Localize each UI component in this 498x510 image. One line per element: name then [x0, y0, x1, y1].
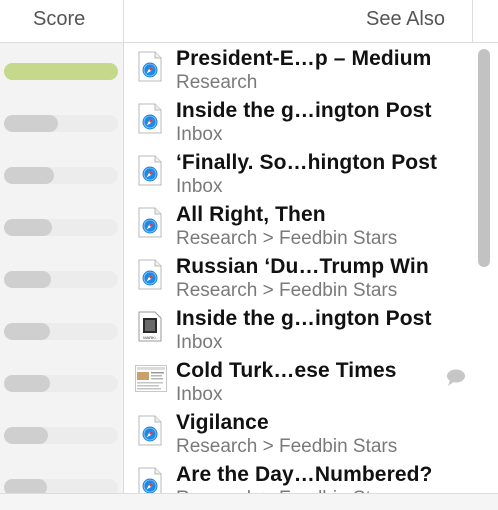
markdown-caption: MARK↓: [143, 335, 157, 340]
score-bar-fill: [4, 323, 50, 340]
safari-webloc-icon: [138, 207, 162, 238]
score-bar-fill: [4, 427, 48, 444]
score-bar: [4, 427, 118, 444]
score-bar-fill: [4, 375, 50, 392]
item-title: Inside the g…ington Post: [176, 99, 432, 122]
item-location: Inbox: [176, 124, 223, 145]
list-item[interactable]: Are the Day…Numbered?Research > Feedbin …: [125, 460, 475, 493]
item-title: Are the Day…Numbered?: [176, 463, 433, 486]
list-item[interactable]: MARK↓ Inside the g…ington Post Inbox: [125, 304, 475, 356]
score-bar-fill: [4, 167, 54, 184]
score-bar-fill: [4, 115, 58, 132]
safari-webloc-icon: [138, 259, 162, 290]
score-bar: [4, 375, 118, 392]
see-also-list[interactable]: President-E…p – Medium Research Inside the…: [125, 43, 498, 493]
score-bar: [4, 115, 118, 132]
score-bar: [4, 271, 118, 288]
webpage-thumbnail-icon: [135, 363, 167, 394]
list-item[interactable]: Russian ‘Du…Trump Win Research > Feedbin …: [125, 252, 475, 304]
safari-webloc-icon: [138, 51, 162, 82]
score-bar: [4, 219, 118, 236]
item-title: ‘Finally. So…hington Post: [176, 151, 438, 174]
see-also-panel: Score See Also President-E…p – Medium Res…: [0, 0, 498, 510]
list-item[interactable]: Vigilance Research > Feedbin Stars: [125, 408, 475, 460]
list-item[interactable]: Cold Turk…ese Times Inbox: [125, 356, 475, 408]
markdown-document-icon: MARK↓: [138, 311, 162, 342]
item-title: Vigilance: [176, 411, 269, 434]
item-title: Russian ‘Du…Trump Win: [176, 255, 429, 278]
item-title: President-E…p – Medium: [176, 47, 432, 70]
item-location: Research > Feedbin Stars: [176, 228, 398, 249]
safari-webloc-icon: [138, 103, 162, 134]
see-also-header-label: See Also: [366, 8, 445, 30]
score-column: [0, 43, 124, 496]
item-location: Research > Feedbin Stars: [176, 280, 398, 301]
list-item[interactable]: Inside the g…ington Post Inbox: [125, 96, 475, 148]
list-item[interactable]: ‘Finally. So…hington Post Inbox: [125, 148, 475, 200]
safari-webloc-icon: [138, 467, 162, 493]
speech-bubble-icon: [445, 368, 467, 388]
score-bar-fill: [4, 63, 118, 80]
score-bar: [4, 167, 118, 184]
score-header-label: Score: [33, 8, 86, 30]
score-bar-fill: [4, 271, 51, 288]
item-location: Inbox: [176, 384, 223, 405]
score-bar: [4, 63, 118, 80]
item-location: Inbox: [176, 176, 223, 197]
item-title: Cold Turk…ese Times: [176, 359, 397, 382]
see-also-column-header[interactable]: See Also: [125, 0, 473, 42]
item-location: Research: [176, 72, 258, 93]
safari-webloc-icon: [138, 415, 162, 446]
score-bar: [4, 323, 118, 340]
safari-webloc-icon: [138, 155, 162, 186]
score-column-header[interactable]: Score: [0, 0, 124, 42]
score-bar-fill: [4, 219, 52, 236]
list-item[interactable]: All Right, Then Research > Feedbin Stars: [125, 200, 475, 252]
item-title: Inside the g…ington Post: [176, 307, 432, 330]
vertical-scrollbar-thumb[interactable]: [478, 49, 490, 267]
item-location: Inbox: [176, 332, 223, 353]
item-title: All Right, Then: [176, 203, 326, 226]
list-item[interactable]: President-E…p – Medium Research: [125, 44, 475, 96]
item-location: Research > Feedbin Stars: [176, 436, 398, 457]
horizontal-scrollbar[interactable]: [0, 493, 498, 510]
table-header: Score See Also: [0, 0, 498, 43]
